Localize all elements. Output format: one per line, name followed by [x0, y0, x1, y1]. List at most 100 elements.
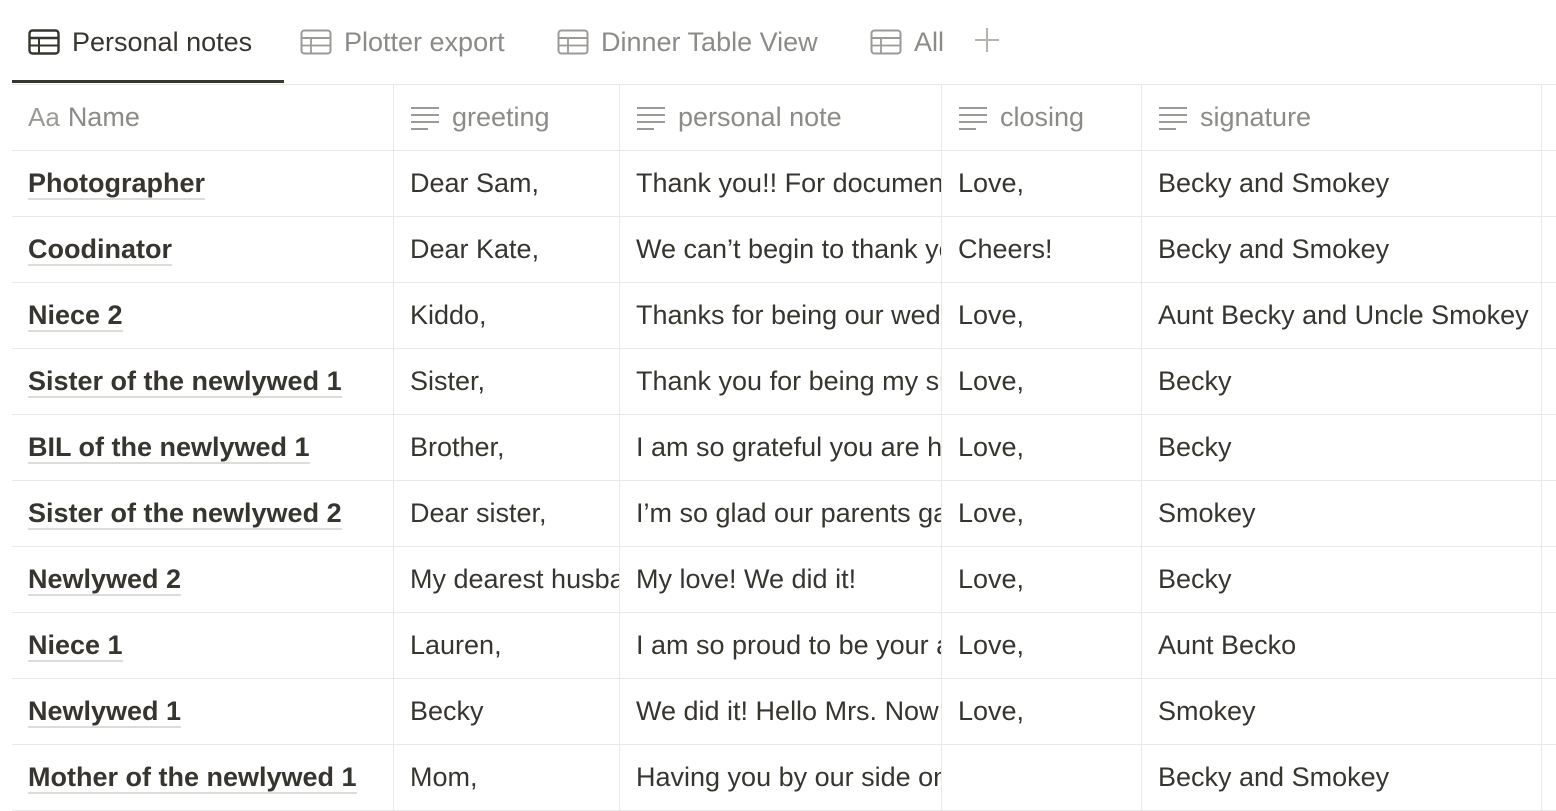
column-overflow	[1542, 151, 1556, 216]
name-cell[interactable]: Newlywed 1	[12, 679, 394, 744]
name-cell[interactable]: Niece 1	[12, 613, 394, 678]
signature-cell[interactable]: Becky and Smokey	[1142, 745, 1542, 810]
greeting-cell[interactable]: Dear sister,	[394, 481, 620, 546]
column-header-personal-note[interactable]: personal note	[620, 85, 942, 150]
closing-cell[interactable]: Love,	[942, 415, 1142, 480]
column-label: Name	[67, 102, 140, 132]
name-cell[interactable]: Mother of the newlywed 1	[12, 745, 394, 810]
active-tab-indicator	[12, 80, 284, 83]
greeting-cell[interactable]: Kiddo,	[394, 283, 620, 348]
tab-personal-notes[interactable]: Personal notes	[28, 0, 252, 84]
table-row[interactable]: Photographer Dear Sam, Thank you!! For d…	[12, 151, 1556, 217]
signature-cell[interactable]: Becky	[1142, 349, 1542, 414]
signature-cell[interactable]: Becky and Smokey	[1142, 151, 1542, 216]
table-row[interactable]: BIL of the newlywed 1 Brother, I am so g…	[12, 415, 1556, 481]
table-row[interactable]: Niece 1 Lauren, I am so proud to be your…	[12, 613, 1556, 679]
page-link[interactable]: Sister of the newlywed 1	[28, 366, 342, 398]
personal-note-cell[interactable]: I am so grateful you are here	[620, 415, 942, 480]
signature-cell[interactable]: Aunt Becko	[1142, 613, 1542, 678]
closing-cell[interactable]: Love,	[942, 481, 1142, 546]
personal-note-cell[interactable]: Thanks for being our wedding helper	[620, 283, 942, 348]
table-row[interactable]: Newlywed 1 Becky We did it! Hello Mrs. N…	[12, 679, 1556, 745]
name-cell[interactable]: Coodinator	[12, 217, 394, 282]
column-overflow	[1542, 415, 1556, 480]
closing-cell[interactable]: Love,	[942, 151, 1142, 216]
table-row[interactable]: Mother of the newlywed 1 Mom, Having you…	[12, 745, 1556, 811]
signature-cell[interactable]: Aunt Becky and Uncle Smokey	[1142, 283, 1542, 348]
column-header-signature[interactable]: signature	[1142, 85, 1542, 150]
closing-cell[interactable]: Love,	[942, 547, 1142, 612]
column-label: closing	[1000, 102, 1085, 132]
table-row[interactable]: Sister of the newlywed 1 Sister, Thank y…	[12, 349, 1556, 415]
plus-icon	[973, 26, 1001, 59]
name-cell[interactable]: Sister of the newlywed 2	[12, 481, 394, 546]
personal-note-cell[interactable]: We can’t begin to thank you	[620, 217, 942, 282]
closing-cell[interactable]: Love,	[942, 613, 1142, 678]
column-header-greeting[interactable]: greeting	[394, 85, 620, 150]
text-lines-icon	[410, 105, 440, 131]
tab-label: All	[914, 26, 945, 57]
page-link[interactable]: Niece 1	[28, 630, 123, 662]
title-property-icon: Aa	[28, 102, 60, 132]
personal-note-cell[interactable]: I am so proud to be your aunt	[620, 613, 942, 678]
greeting-cell[interactable]: Dear Sam,	[394, 151, 620, 216]
column-overflow	[1542, 613, 1556, 678]
personal-note-cell[interactable]: We did it! Hello Mrs. Now	[620, 679, 942, 744]
greeting-cell[interactable]: Dear Kate,	[394, 217, 620, 282]
column-header-name[interactable]: Aa Name	[12, 85, 394, 150]
greeting-cell[interactable]: Becky	[394, 679, 620, 744]
greeting-cell[interactable]: Brother,	[394, 415, 620, 480]
table-row[interactable]: Niece 2 Kiddo, Thanks for being our wedd…	[12, 283, 1556, 349]
greeting-cell[interactable]: Mom,	[394, 745, 620, 810]
page-link[interactable]: Sister of the newlywed 2	[28, 498, 342, 530]
personal-note-cell[interactable]: Thank you!! For documenting our day	[620, 151, 942, 216]
tab-plotter-export[interactable]: Plotter export	[300, 0, 505, 84]
column-label: personal note	[678, 102, 842, 132]
table-row[interactable]: Sister of the newlywed 2 Dear sister, I’…	[12, 481, 1556, 547]
name-cell[interactable]: Photographer	[12, 151, 394, 216]
page-link[interactable]: Mother of the newlywed 1	[28, 762, 357, 794]
greeting-cell[interactable]: Sister,	[394, 349, 620, 414]
closing-cell[interactable]: Love,	[942, 679, 1142, 744]
add-view-button[interactable]	[972, 24, 1002, 60]
page-link[interactable]: Niece 2	[28, 300, 123, 332]
page-link[interactable]: BIL of the newlywed 1	[28, 432, 310, 464]
personal-note-cell[interactable]: My love! We did it!	[620, 547, 942, 612]
closing-cell[interactable]: Love,	[942, 283, 1142, 348]
column-overflow	[1542, 283, 1556, 348]
signature-cell[interactable]: Smokey	[1142, 679, 1542, 744]
table-row[interactable]: Coodinator Dear Kate, We can’t begin to …	[12, 217, 1556, 283]
table-icon	[557, 29, 589, 55]
column-overflow	[1542, 481, 1556, 546]
closing-cell[interactable]: Cheers!	[942, 217, 1142, 282]
signature-cell[interactable]: Becky	[1142, 415, 1542, 480]
personal-note-cell[interactable]: Having you by our side on this day	[620, 745, 942, 810]
column-label: greeting	[452, 102, 550, 132]
page-link[interactable]: Newlywed 1	[28, 696, 182, 728]
personal-note-cell[interactable]: Thank you for being my sister	[620, 349, 942, 414]
closing-cell[interactable]	[942, 745, 1142, 810]
table-icon	[28, 29, 60, 55]
column-overflow	[1542, 349, 1556, 414]
name-cell[interactable]: Sister of the newlywed 1	[12, 349, 394, 414]
tab-dinner-table-view[interactable]: Dinner Table View	[557, 0, 818, 84]
tab-all[interactable]: All	[870, 0, 944, 84]
column-header-closing[interactable]: closing	[942, 85, 1142, 150]
name-cell[interactable]: BIL of the newlywed 1	[12, 415, 394, 480]
signature-cell[interactable]: Becky and Smokey	[1142, 217, 1542, 282]
greeting-cell[interactable]: My dearest husband,	[394, 547, 620, 612]
name-cell[interactable]: Newlywed 2	[12, 547, 394, 612]
page-link[interactable]: Newlywed 2	[28, 564, 182, 596]
greeting-cell[interactable]: Lauren,	[394, 613, 620, 678]
name-cell[interactable]: Niece 2	[12, 283, 394, 348]
signature-cell[interactable]: Becky	[1142, 547, 1542, 612]
page-link[interactable]: Coodinator	[28, 234, 172, 266]
column-overflow	[1542, 217, 1556, 282]
closing-cell[interactable]: Love,	[942, 349, 1142, 414]
table-row[interactable]: Newlywed 2 My dearest husband, My love! …	[12, 547, 1556, 613]
signature-cell[interactable]: Smokey	[1142, 481, 1542, 546]
text-lines-icon	[958, 105, 988, 131]
personal-note-cell[interactable]: I’m so glad our parents gave me you	[620, 481, 942, 546]
page-link[interactable]: Photographer	[28, 168, 206, 200]
column-overflow	[1542, 745, 1556, 810]
